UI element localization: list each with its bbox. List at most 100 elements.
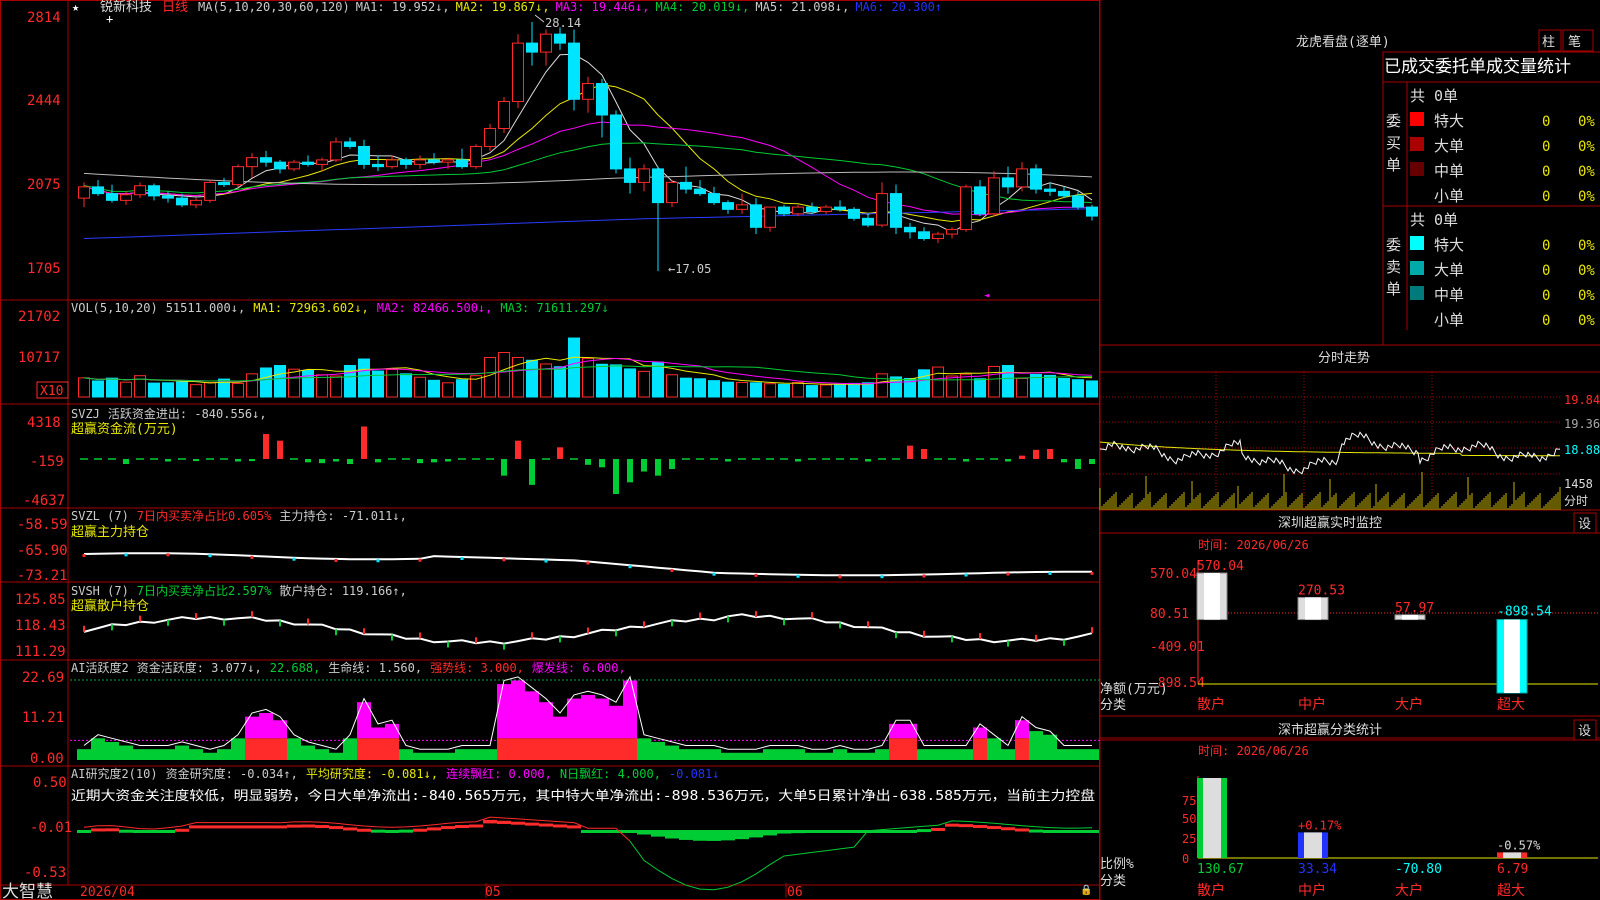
side-label-char: 委 bbox=[1386, 236, 1401, 254]
svzl-dot bbox=[166, 553, 170, 557]
research-bar bbox=[1015, 828, 1029, 832]
ai-bar bbox=[707, 749, 721, 760]
volume-bar bbox=[526, 359, 538, 398]
star-icon[interactable]: ★ bbox=[72, 0, 79, 14]
volume-bar bbox=[274, 365, 286, 398]
side-label-char: 委 bbox=[1386, 112, 1401, 130]
ai-bar bbox=[469, 749, 483, 760]
ai-bar bbox=[861, 752, 875, 760]
volume-panel[interactable]: VOL(5,10,20) 51511.000↓, MA1: 72963.602↓, M… bbox=[18, 301, 1098, 399]
svzl-dot bbox=[460, 556, 464, 560]
svzj-panel[interactable]: SVZJ 活跃资金进出: -840.556↓, 超赢资金流(万元) 4318 -1… bbox=[23, 406, 1095, 509]
intraday-price-line bbox=[1099, 431, 1561, 475]
volume-bar bbox=[834, 383, 846, 398]
volume-bars bbox=[78, 337, 1098, 398]
ai-bar-burst bbox=[553, 716, 567, 739]
classify-unit: 比例% bbox=[1100, 857, 1134, 872]
svzj-bar bbox=[795, 459, 801, 462]
svzj-bar bbox=[599, 459, 605, 468]
ma-segment: MA(5,10,20,30,60,120) bbox=[198, 0, 350, 14]
svzl-dot bbox=[670, 568, 674, 572]
header-segment: 7日内买卖净占比2.597% bbox=[137, 583, 272, 598]
volume-bar bbox=[848, 382, 860, 398]
header-segment: VOL(5,10,20) bbox=[71, 301, 158, 315]
period-label[interactable]: 日线 bbox=[162, 0, 188, 15]
candle-body bbox=[316, 159, 328, 165]
monitor-unit: 净额(万元) bbox=[1100, 682, 1168, 697]
ai-bar-burst bbox=[903, 723, 917, 739]
classify-set-label: 设 bbox=[1578, 724, 1591, 739]
dragon-panel[interactable]: 龙虎看盘(逐单) 柱 笔 已成交委托单成交量统计 委买单共 0单特大 0 0%大单 0… bbox=[1296, 29, 1595, 329]
classify-pct: +0.17% bbox=[1298, 818, 1342, 832]
row-name: 小单 bbox=[1434, 187, 1464, 205]
research-bar bbox=[903, 830, 917, 833]
volume-bar bbox=[414, 376, 426, 398]
candle-body bbox=[92, 186, 104, 195]
ai-bar bbox=[413, 752, 427, 760]
price-label: 2814 bbox=[27, 10, 61, 26]
volume-bar bbox=[708, 380, 720, 398]
intraday-panel[interactable]: 分时走势 19.84 19.36 18.88 1458 分时 bbox=[1099, 350, 1600, 510]
classify-ylabel: 25 bbox=[1182, 832, 1196, 846]
header-segment: 生命线: 1.560, bbox=[328, 660, 422, 675]
volume-bar bbox=[792, 381, 804, 398]
research-bar bbox=[1001, 827, 1015, 831]
ai-activity-panel[interactable]: AI活跃度2 资金活跃度: 3.077↓, 22.688, 生命线: 1.560, 强势… bbox=[22, 660, 1100, 767]
candle-body bbox=[1086, 206, 1098, 217]
monitor-ylabel: 570.04 bbox=[1150, 567, 1197, 582]
volume-bar bbox=[288, 368, 300, 398]
volume-bar bbox=[302, 369, 314, 398]
research-bar bbox=[273, 825, 287, 829]
svzl-dot bbox=[1006, 572, 1010, 576]
svzl-panel[interactable]: SVZL (7) 7日内买卖净占比0.605% 主力持仓: -71.011↓, 超赢… bbox=[17, 508, 1094, 584]
volume-bar bbox=[316, 374, 328, 398]
volume-bar bbox=[190, 384, 202, 398]
ai-bar bbox=[959, 749, 973, 760]
row-count: 0 bbox=[1542, 313, 1550, 329]
classify-panel[interactable]: 深市超赢分类统计 设 时间: 2026/06/26 75 50 25 0 130.67 散… bbox=[1100, 719, 1598, 899]
svsh-panel[interactable]: SVSH (7) 7日内买卖净占比2.597% 散户持仓: 119.166↑, 超赢… bbox=[15, 583, 1093, 660]
ai-bar bbox=[147, 749, 161, 760]
svzj-bar bbox=[529, 459, 535, 485]
header-segment: MA2: 82466.500↓, bbox=[377, 301, 493, 315]
research-bar bbox=[749, 830, 763, 838]
header-segment: SVZJ bbox=[71, 407, 100, 421]
ai-bar-burst bbox=[973, 727, 987, 739]
svzj-bar bbox=[865, 459, 871, 462]
svsh-label: 125.85 bbox=[15, 592, 66, 608]
candle-body bbox=[120, 194, 132, 201]
high-marker: 28.14 bbox=[545, 16, 581, 30]
candlestick-panel[interactable]: MA(5,10,20,30,60,120) MA1: 19.952↓, MA2: 1… bbox=[27, 0, 1098, 301]
classify-chart: 75 50 25 0 130.67 散户 +0.17% 33.34 中户 -70.80 大户 -0.5… bbox=[1182, 776, 1598, 899]
ai-bar bbox=[819, 752, 833, 760]
date-label: 2026/04 bbox=[80, 885, 135, 900]
svzj-bar bbox=[361, 426, 367, 459]
monitor-title: 深圳超赢实时监控 bbox=[1278, 515, 1382, 531]
volume-bar bbox=[456, 379, 468, 398]
research-bar bbox=[413, 828, 427, 832]
row-pct: 0% bbox=[1578, 114, 1595, 130]
candle-body bbox=[1072, 195, 1084, 208]
volume-bar bbox=[1016, 377, 1028, 398]
candle-body bbox=[190, 199, 202, 206]
side-total: 共 0单 bbox=[1410, 211, 1458, 229]
research-bar bbox=[665, 830, 679, 839]
app-logo: 大智慧 bbox=[2, 882, 53, 900]
research-bar bbox=[175, 828, 189, 832]
row-pct: 0% bbox=[1578, 238, 1595, 254]
ai-research-panel[interactable]: AI研究度2(10) 资金研究度: -0.034↑, 平均研究度: -0.081↓,… bbox=[24, 766, 1099, 891]
row-name: 小单 bbox=[1434, 311, 1464, 329]
svzj-bar bbox=[319, 459, 325, 464]
volume-bar bbox=[750, 382, 762, 398]
svsh-label: 118.43 bbox=[15, 618, 66, 634]
research-bar bbox=[889, 830, 903, 833]
candle-body bbox=[960, 186, 972, 231]
ai-research-header: AI研究度2(10) 资金研究度: -0.034↑, 平均研究度: -0.081↓,… bbox=[71, 766, 720, 781]
candle-body bbox=[428, 159, 440, 163]
svzj-bar bbox=[249, 459, 255, 462]
monitor-panel[interactable]: 深圳超赢实时监控 设 时间: 2026/06/26 570.04 80.51 -40… bbox=[1100, 512, 1598, 713]
research-bar bbox=[483, 819, 497, 824]
svzj-bar bbox=[1033, 449, 1039, 459]
svzj-bar bbox=[263, 433, 269, 459]
volume-bar bbox=[78, 377, 90, 398]
